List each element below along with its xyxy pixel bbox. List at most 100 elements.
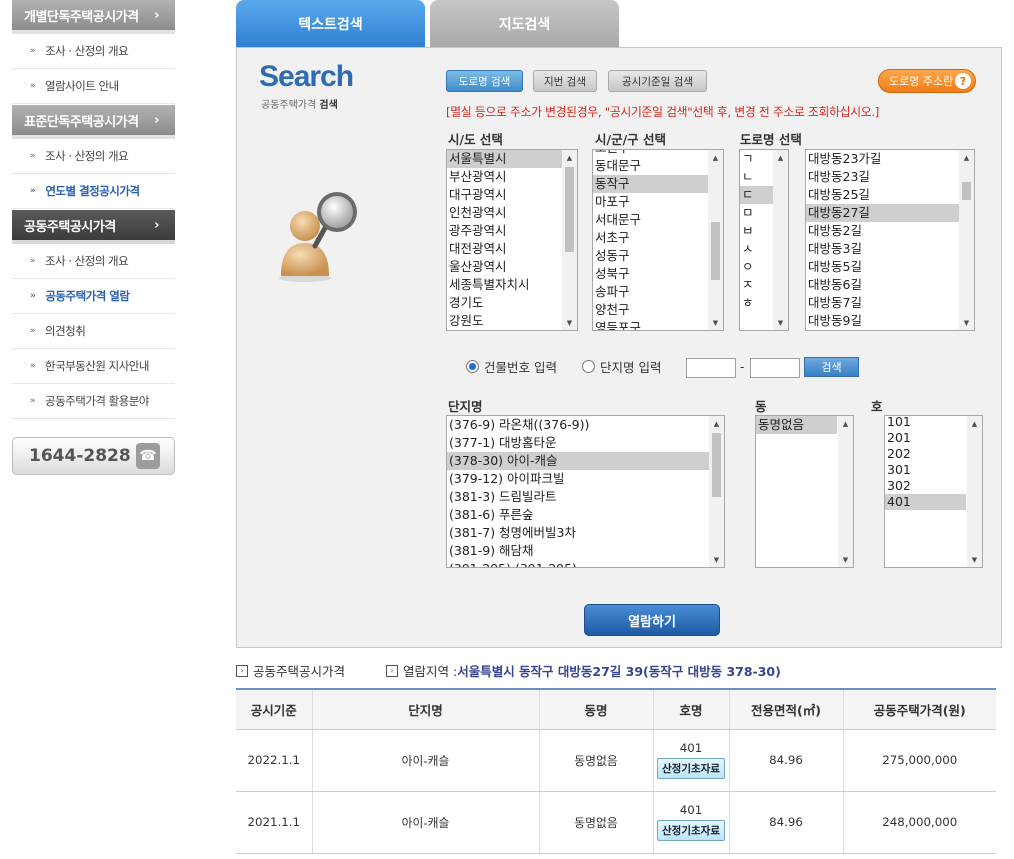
list-item[interactable]: (381-3) 드림빌라트	[447, 488, 724, 506]
list-item[interactable]: 대구광역시	[447, 186, 577, 204]
list-item[interactable]: 경기도	[447, 294, 577, 312]
list-item[interactable]: 송파구	[593, 283, 723, 301]
list-item[interactable]: (377-1) 대방홈타운	[447, 434, 724, 452]
list-item[interactable]: 양천구	[593, 301, 723, 319]
building-main-number-input[interactable]	[686, 358, 736, 378]
list-item[interactable]: (381-9) 해담채	[447, 542, 724, 560]
scroll-thumb[interactable]	[565, 167, 574, 252]
scrollbar[interactable]: ▲ ▼	[708, 150, 723, 330]
list-item[interactable]: 마포구	[593, 193, 723, 211]
scrollbar[interactable]: ▲ ▼	[959, 150, 974, 330]
scrollbar[interactable]: ▲ ▼	[709, 416, 724, 567]
view-button[interactable]: 열람하기	[584, 604, 720, 636]
scroll-down-icon[interactable]: ▼	[709, 552, 724, 567]
scroll-up-icon[interactable]: ▲	[967, 416, 982, 431]
nav-item-apartment-branches[interactable]: » 한국부동산원 지사안내	[12, 349, 175, 384]
date-search-button[interactable]: 공시기준일 검색	[608, 70, 707, 92]
list-item[interactable]: 노원구	[593, 150, 723, 157]
radio-building-number[interactable]: 건물번호 입력	[466, 357, 557, 376]
sigungu-listbox[interactable]: 노원구 동대문구 동작구 마포구 서대문구 서초구 성동구 성북구 송파구 양천…	[592, 149, 724, 331]
list-item[interactable]: (379-12) 아이파크빌	[447, 470, 724, 488]
list-item[interactable]: (378-30) 아이-캐슬	[447, 452, 724, 470]
list-item[interactable]: (381-6) 푸른숲	[447, 506, 724, 524]
list-item[interactable]: 인천광역시	[447, 204, 577, 222]
scroll-thumb[interactable]	[712, 433, 721, 497]
nav-section-individual-house[interactable]: 개별단독주택공시가격 ›	[12, 0, 175, 34]
scroll-up-icon[interactable]: ▲	[709, 416, 724, 431]
list-item[interactable]: 서초구	[593, 229, 723, 247]
ho-listbox[interactable]: 101 201 202 301 302 401 ▲ ▼	[884, 415, 983, 568]
list-item[interactable]: 성동구	[593, 247, 723, 265]
nav-item-apartment-view[interactable]: » 공동주택가격 열람	[12, 279, 175, 314]
radio-complex-name[interactable]: 단지명 입력	[582, 357, 661, 376]
nav-item-apartment-overview[interactable]: » 조사 · 산정의 개요	[12, 244, 175, 279]
nav-item-standard-yearly[interactable]: » 연도별 결정공시가격	[12, 174, 175, 209]
list-item[interactable]: 302	[885, 478, 966, 494]
nav-section-standard-house[interactable]: 표준단독주택공시가격 ›	[12, 105, 175, 139]
scrollbar[interactable]: ▲ ▼	[838, 416, 853, 567]
list-item[interactable]: 101	[885, 416, 966, 430]
scrollbar[interactable]: ▲ ▼	[773, 150, 788, 330]
radio-checked-icon[interactable]	[466, 360, 479, 373]
scroll-up-icon[interactable]: ▲	[959, 150, 974, 165]
scroll-thumb[interactable]	[711, 222, 720, 280]
list-item[interactable]: 대방동6길	[806, 276, 974, 294]
list-item[interactable]: 401	[885, 494, 966, 510]
list-item[interactable]: 서대문구	[593, 211, 723, 229]
calc-basis-button[interactable]: 산정기초자료	[657, 820, 725, 841]
building-sub-number-input[interactable]	[750, 358, 800, 378]
list-item[interactable]: (381-7) 청명에버빌3차	[447, 524, 724, 542]
list-item[interactable]: 202	[885, 446, 966, 462]
scroll-up-icon[interactable]: ▲	[708, 150, 723, 165]
list-item[interactable]: 대전광역시	[447, 240, 577, 258]
list-item[interactable]: 대방동27길	[806, 204, 974, 222]
list-item[interactable]: 대방동23가길	[806, 150, 974, 168]
nav-item-apartment-usage[interactable]: » 공동주택가격 활용분야	[12, 384, 175, 419]
list-item[interactable]: (391-295) (391-295)	[447, 560, 724, 567]
scrollbar[interactable]: ▲ ▼	[967, 416, 982, 567]
list-item[interactable]: 301	[885, 462, 966, 478]
road-search-button[interactable]: 도로명 검색	[446, 70, 523, 92]
nav-item-individual-site-guide[interactable]: » 열람사이트 안내	[12, 69, 175, 104]
complex-listbox[interactable]: (376-9) 라온채((376-9)) (377-1) 대방홈타운 (378-…	[446, 415, 725, 568]
list-item[interactable]: (376-9) 라온채((376-9))	[447, 416, 724, 434]
scroll-down-icon[interactable]: ▼	[773, 315, 788, 330]
nav-item-apartment-opinion[interactable]: » 의견청취	[12, 314, 175, 349]
list-item[interactable]: 대방동23길	[806, 168, 974, 186]
road-address-guide-button[interactable]: 도로명 주소란 ?	[878, 69, 976, 93]
list-item[interactable]: 서울특별시	[447, 150, 577, 168]
sido-listbox[interactable]: 서울특별시 부산광역시 대구광역시 인천광역시 광주광역시 대전광역시 울산광역…	[446, 149, 578, 331]
list-item[interactable]: 광주광역시	[447, 222, 577, 240]
list-item[interactable]: 동작구	[593, 175, 723, 193]
nav-section-apartment[interactable]: 공동주택공시가격 ›	[12, 210, 175, 244]
list-item[interactable]: 강원도	[447, 312, 577, 330]
scrollbar[interactable]: ▲ ▼	[562, 150, 577, 330]
tab-text-search[interactable]: 텍스트검색	[236, 0, 425, 47]
list-item[interactable]: 대방동25길	[806, 186, 974, 204]
calc-basis-button[interactable]: 산정기초자료	[657, 758, 725, 779]
list-item[interactable]: 대방동9길	[806, 312, 974, 330]
list-item[interactable]: 201	[885, 430, 966, 446]
dong-listbox[interactable]: 동명없음 ▲ ▼	[755, 415, 854, 568]
scroll-up-icon[interactable]: ▲	[838, 416, 853, 431]
list-item[interactable]: 성북구	[593, 265, 723, 283]
list-item[interactable]: 대방동5길	[806, 258, 974, 276]
scroll-down-icon[interactable]: ▼	[838, 552, 853, 567]
radio-unchecked-icon[interactable]	[582, 360, 595, 373]
scroll-up-icon[interactable]: ▲	[562, 150, 577, 165]
building-search-button[interactable]: 검색	[804, 357, 859, 377]
scroll-thumb[interactable]	[962, 182, 971, 200]
list-item[interactable]: 영등포구	[593, 319, 723, 330]
list-item[interactable]: 부산광역시	[447, 168, 577, 186]
list-item[interactable]: 울산광역시	[447, 258, 577, 276]
scroll-down-icon[interactable]: ▼	[708, 315, 723, 330]
list-item[interactable]: 대방동3길	[806, 240, 974, 258]
nav-item-individual-overview[interactable]: » 조사 · 산정의 개요	[12, 34, 175, 69]
list-item[interactable]: 대방동2길	[806, 222, 974, 240]
nav-item-standard-overview[interactable]: » 조사 · 산정의 개요	[12, 139, 175, 174]
list-item[interactable]: 세종특별자치시	[447, 276, 577, 294]
scroll-down-icon[interactable]: ▼	[959, 315, 974, 330]
lot-search-button[interactable]: 지번 검색	[533, 70, 597, 92]
list-item[interactable]: 동대문구	[593, 157, 723, 175]
scroll-down-icon[interactable]: ▼	[967, 552, 982, 567]
